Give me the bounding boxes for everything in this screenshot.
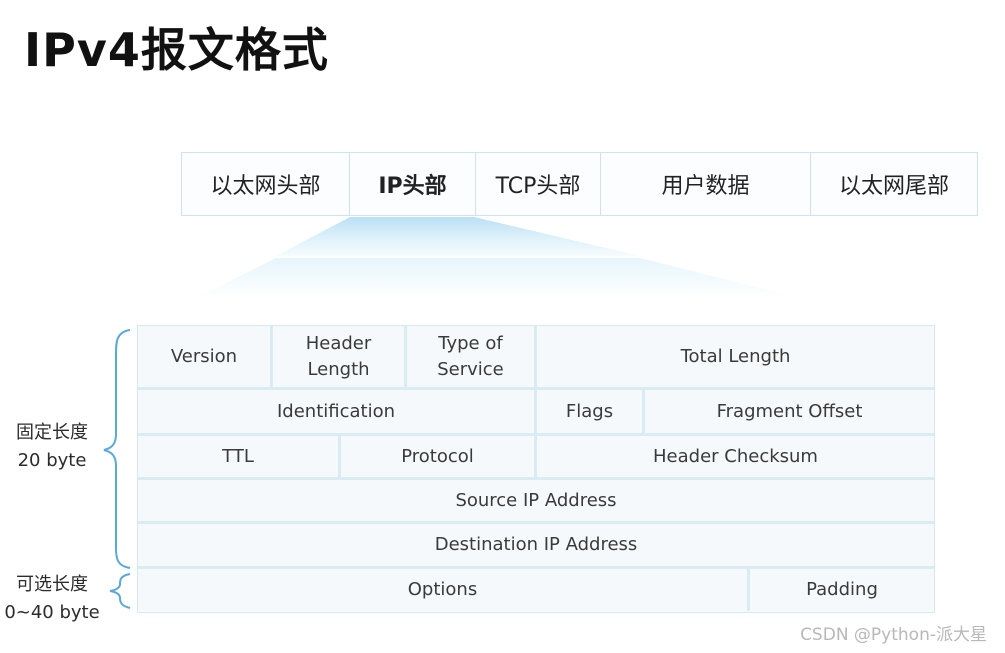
field-options: Options [138,569,750,611]
watermark: CSDN @Python-派大星 [800,625,987,645]
optional-length-label-line1: 可选长度 [16,574,88,595]
field-total-length: Total Length [537,326,934,387]
optional-length-label-line2: 0~40 byte [4,602,100,623]
header-row-1: Version Header Length Type of Service To… [138,326,934,390]
field-ttl: TTL [138,436,341,477]
field-destination-ip-label: Destination IP Address [434,534,638,555]
fixed-length-label-line1: 固定长度 [16,422,88,443]
field-flags: Flags [537,390,645,433]
field-protocol: Protocol [341,436,537,477]
field-version-label: Version [170,345,238,367]
funnel-lower-band [196,258,800,298]
header-row-6: Options Padding [138,569,934,611]
field-version: Version [138,326,273,387]
field-header-length-line2: Length [307,358,370,380]
field-options-label: Options [407,579,478,600]
field-protocol-label: Protocol [401,445,474,467]
field-fragment-offset-label: Fragment Offset [716,400,863,422]
field-fragment-offset: Fragment Offset [645,390,934,433]
header-row-4: Source IP Address [138,480,934,524]
field-header-checksum-label: Header Checksum [653,445,818,467]
field-identification: Identification [138,390,537,433]
header-row-5: Destination IP Address [138,524,934,569]
field-tos-line1: Type of [438,332,503,354]
field-source-ip: Source IP Address [138,480,934,521]
optional-length-label: 可选长度 0~40 byte [0,571,104,627]
field-header-length: Header Length [273,326,407,387]
funnel-upper-band [276,217,640,256]
field-padding: Padding [750,569,934,611]
fixed-length-label-line2: 20 byte [17,450,87,471]
field-type-of-service: Type of Service [407,326,537,387]
field-total-length-label: Total Length [680,345,791,367]
field-header-length-line1: Header [305,332,372,354]
fixed-length-label: 固定长度 20 byte [4,419,100,475]
field-ttl-label: TTL [222,445,254,467]
field-padding-label: Padding [806,579,878,600]
fixed-length-brace [103,329,131,569]
field-flags-label: Flags [565,400,614,422]
ipv4-header-table: Version Header Length Type of Service To… [137,325,935,613]
header-row-2: Identification Flags Fragment Offset [138,390,934,436]
header-row-3: TTL Protocol Header Checksum [138,436,934,480]
field-source-ip-label: Source IP Address [455,489,617,511]
field-identification-label: Identification [276,400,396,422]
optional-length-brace [109,573,131,609]
field-header-checksum: Header Checksum [537,436,934,477]
field-destination-ip: Destination IP Address [138,524,934,566]
diagram-canvas: IPv4报文格式 以太网头部 IP头部 TCP头部 用户数据 以太网尾部 Ver… [0,0,1005,653]
field-tos-line2: Service [437,358,504,380]
